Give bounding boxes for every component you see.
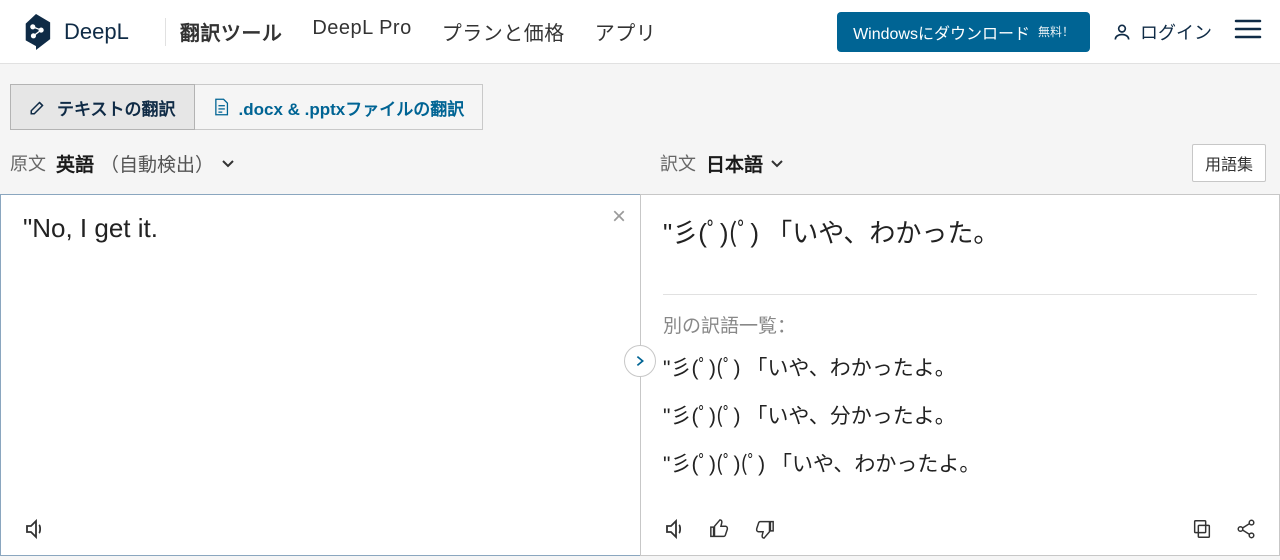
login-button[interactable]: ログイン — [1112, 19, 1212, 45]
target-footer — [641, 503, 1279, 555]
pencil-icon — [29, 98, 47, 116]
thumbs-down-icon — [753, 518, 775, 540]
brand-name: DeepL — [64, 19, 129, 45]
source-lang-auto: （自動検出） — [100, 150, 214, 177]
source-lang-select[interactable]: 英語 （自動検出） — [56, 150, 236, 177]
main-nav: 翻訳ツール DeepL Pro プランと価格 アプリ — [180, 17, 656, 46]
target-lang-select[interactable]: 日本語 — [706, 150, 785, 177]
listen-target-button[interactable] — [659, 513, 691, 545]
user-icon — [1112, 22, 1132, 42]
download-label: Windowsにダウンロード — [853, 20, 1030, 44]
target-body: "彡(ﾟ)(ﾟ) 「いや、わかった。 別の訳語一覧： "彡(ﾟ)(ﾟ) 「いや、… — [641, 195, 1279, 503]
target-lang-side: 訳文 日本語 用語集 — [640, 144, 1280, 182]
thumbs-down-button[interactable] — [749, 514, 779, 544]
download-tag: 無料！ — [1038, 23, 1074, 40]
speaker-icon — [663, 517, 687, 541]
chevron-down-icon — [769, 155, 785, 171]
tab-file-label: .docx & .pptxファイルの翻訳 — [239, 95, 465, 120]
alternative-item[interactable]: "彡(ﾟ)(ﾟ)(ﾟ) 「いや、わかったよ。 — [663, 448, 1257, 478]
alternatives-list: "彡(ﾟ)(ﾟ) 「いや、わかったよ。 "彡(ﾟ)(ﾟ) 「いや、分かったよ。 … — [663, 352, 1257, 478]
download-button[interactable]: Windowsにダウンロード 無料！ — [837, 12, 1090, 52]
speaker-icon — [23, 517, 47, 541]
app-header: DeepL 翻訳ツール DeepL Pro プランと価格 アプリ Windows… — [0, 0, 1280, 64]
thumbs-up-button[interactable] — [705, 514, 735, 544]
thumbs-up-icon — [709, 518, 731, 540]
logo-icon — [18, 14, 54, 50]
brand[interactable]: DeepL — [18, 14, 129, 50]
target-panel: "彡(ﾟ)(ﾟ) 「いや、わかった。 別の訳語一覧： "彡(ﾟ)(ﾟ) 「いや、… — [640, 194, 1280, 556]
divider — [165, 18, 166, 46]
nav-apps[interactable]: アプリ — [595, 17, 657, 46]
nav-plans[interactable]: プランと価格 — [442, 17, 565, 46]
source-footer — [1, 503, 640, 555]
source-input[interactable] — [1, 195, 640, 503]
language-bar: 原文 英語 （自動検出） 訳文 日本語 用語集 — [0, 130, 1280, 194]
hamburger-icon — [1234, 18, 1262, 40]
translation-panels: × "彡(ﾟ)(ﾟ) 「いや、わかった。 別の訳語一覧： "彡(ﾟ)(ﾟ) 「い… — [0, 194, 1280, 556]
target-lang-value: 日本語 — [706, 150, 763, 177]
listen-source-button[interactable] — [19, 513, 51, 545]
glossary-button[interactable]: 用語集 — [1192, 144, 1266, 182]
chevron-right-icon — [633, 354, 647, 368]
mode-tabs: テキストの翻訳 .docx & .pptxファイルの翻訳 — [0, 64, 1280, 130]
tab-file-translate[interactable]: .docx & .pptxファイルの翻訳 — [195, 84, 484, 130]
copy-button[interactable] — [1187, 514, 1217, 544]
tab-text-translate[interactable]: テキストの翻訳 — [10, 84, 195, 130]
swap-languages-button[interactable] — [624, 345, 656, 377]
tab-text-label: テキストの翻訳 — [57, 95, 176, 120]
target-label: 訳文 — [660, 150, 696, 176]
menu-button[interactable] — [1234, 18, 1262, 45]
source-lang-side: 原文 英語 （自動検出） — [0, 150, 640, 177]
copy-icon — [1191, 518, 1213, 540]
document-icon — [213, 98, 229, 116]
source-panel: × — [0, 194, 640, 556]
clear-input-button[interactable]: × — [612, 203, 626, 231]
nav-translator[interactable]: 翻訳ツール — [180, 17, 283, 46]
login-label: ログイン — [1140, 19, 1212, 45]
alternative-item[interactable]: "彡(ﾟ)(ﾟ) 「いや、分かったよ。 — [663, 400, 1257, 430]
share-button[interactable] — [1231, 514, 1261, 544]
translation-output[interactable]: "彡(ﾟ)(ﾟ) 「いや、わかった。 — [663, 213, 1257, 250]
alternatives-header: 別の訳語一覧： — [663, 294, 1257, 338]
alternative-item[interactable]: "彡(ﾟ)(ﾟ) 「いや、わかったよ。 — [663, 352, 1257, 382]
source-label: 原文 — [10, 150, 46, 176]
chevron-down-icon — [220, 155, 236, 171]
nav-pro[interactable]: DeepL Pro — [312, 17, 411, 46]
source-lang-value: 英語 — [56, 150, 94, 177]
share-icon — [1235, 518, 1257, 540]
